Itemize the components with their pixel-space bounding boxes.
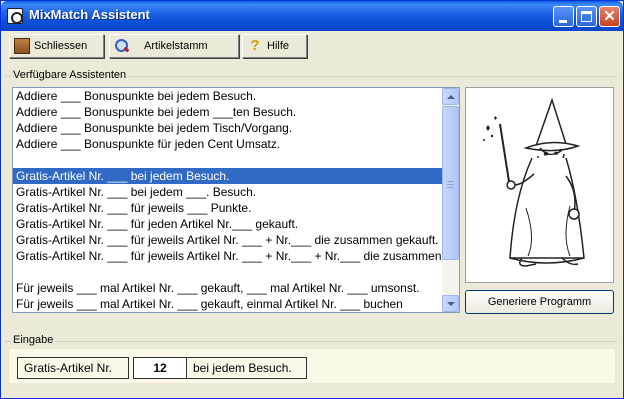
input-group-divider <box>5 341 617 342</box>
vertical-scrollbar[interactable] <box>442 88 459 312</box>
list-item[interactable]: Für jeweils ___ mal Artikel Nr. ___ geka… <box>13 296 443 312</box>
close-window-button[interactable]: ✕ <box>599 6 620 27</box>
list-item[interactable]: Gratis-Artikel Nr. ___ für jeweils Artik… <box>13 248 443 264</box>
list-item[interactable]: Gratis-Artikel Nr. ___ für jeden Artikel… <box>13 216 443 232</box>
input-group-label: Eingabe <box>11 334 56 346</box>
list-item[interactable]: Für jeweils ___ mal Artikel Nr. ___ geka… <box>13 280 443 296</box>
scroll-down-button[interactable] <box>442 295 459 312</box>
maximize-button[interactable] <box>576 6 597 27</box>
list-item[interactable]: Addiere ___ Bonuspunkte bei jedem Tisch/… <box>13 120 443 136</box>
artikelstamm-button[interactable]: Artikelstamm <box>109 34 239 58</box>
grip-line <box>447 181 454 182</box>
schliessen-button[interactable]: Schliessen <box>9 34 104 58</box>
grip-line <box>447 187 454 188</box>
list-item[interactable]: Gratis-Artikel Nr. ___ für jeweils Artik… <box>13 232 443 248</box>
list-item[interactable]: Addiere ___ Bonuspunkte für jeden Cent U… <box>13 136 443 152</box>
artikelstamm-label: Artikelstamm <box>144 40 208 52</box>
scroll-thumb[interactable] <box>442 106 459 260</box>
assistants-list: Addiere ___ Bonuspunkte bei jedem Besuch… <box>13 88 443 312</box>
arrow-down-icon <box>447 302 455 306</box>
assistants-listbox[interactable]: Addiere ___ Bonuspunkte bei jedem Besuch… <box>12 87 460 313</box>
maximize-icon <box>581 11 592 22</box>
list-separator <box>13 264 443 280</box>
assistants-group-label: Verfügbare Assistenten <box>11 69 129 81</box>
input-label-after: bei jedem Besuch. <box>186 357 307 379</box>
list-item[interactable]: Gratis-Artikel Nr. ___ bei jedem ___. Be… <box>13 184 443 200</box>
exit-door-icon <box>14 38 30 54</box>
hilfe-label: Hilfe <box>267 40 290 52</box>
wizard-illustration <box>465 87 614 283</box>
article-number-field[interactable]: 12 <box>133 357 187 379</box>
list-item[interactable]: Addiere ___ Bonuspunkte bei jedem Besuch… <box>13 88 443 104</box>
arrow-up-icon <box>447 95 455 99</box>
list-item[interactable]: Gratis-Artikel Nr. ___ bei jedem Besuch. <box>13 168 443 184</box>
minimize-button[interactable] <box>553 6 574 27</box>
scroll-up-button[interactable] <box>442 88 459 105</box>
list-separator <box>13 152 443 168</box>
close-icon: ✕ <box>603 8 616 25</box>
magnifier-icon <box>114 38 130 54</box>
wizard-icon <box>483 97 585 267</box>
list-item[interactable]: Addiere ___ Bonuspunkte bei jedem ___ten… <box>13 104 443 120</box>
minimize-icon <box>559 20 567 23</box>
hilfe-button[interactable]: ? Hilfe <box>242 34 307 58</box>
title-bar[interactable]: MixMatch Assistent ✕ <box>1 1 623 31</box>
input-strip: Gratis-Artikel Nr. 12 bei jedem Besuch. <box>9 349 615 383</box>
input-label-before: Gratis-Artikel Nr. <box>17 357 129 379</box>
toolbar: Schliessen Artikelstamm ? Hilfe <box>5 33 619 59</box>
generate-program-button[interactable]: Generiere Programm <box>465 290 614 314</box>
list-item[interactable]: Gratis-Artikel Nr. ___ für jeweils ___ P… <box>13 200 443 216</box>
app-icon <box>7 8 23 24</box>
help-icon: ? <box>250 37 260 54</box>
main-window: MixMatch Assistent ✕ Schliessen Artikels… <box>0 0 624 399</box>
grip-line <box>447 184 454 185</box>
schliessen-label: Schliessen <box>34 40 88 52</box>
window-title: MixMatch Assistent <box>29 7 150 22</box>
